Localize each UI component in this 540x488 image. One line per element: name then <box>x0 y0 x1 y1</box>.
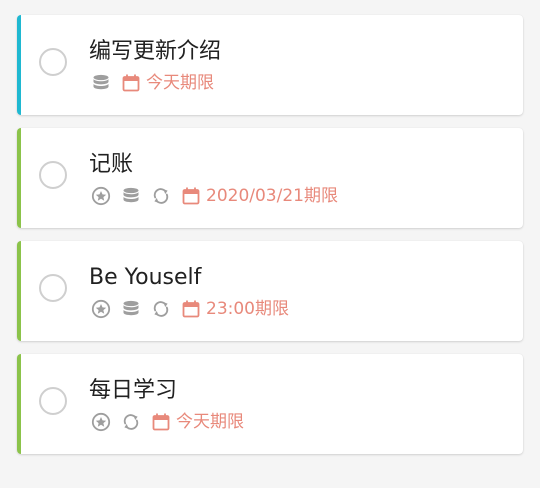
task-complete-checkbox[interactable] <box>39 48 67 76</box>
database-icon <box>91 73 111 93</box>
task-card[interactable]: 记账 2020/03/21期限 <box>17 128 523 228</box>
database-icon <box>121 299 141 319</box>
task-meta-row: 今天期限 <box>91 411 244 433</box>
task-accent-bar <box>17 241 21 341</box>
calendar-icon <box>181 186 201 206</box>
due-date-label: 23:00期限 <box>206 299 289 319</box>
task-title: 记账 <box>89 152 134 177</box>
task-accent-bar <box>17 128 21 228</box>
task-card[interactable]: 每日学习 今天期限 <box>17 354 523 454</box>
repeat-icon <box>121 412 141 432</box>
calendar-icon <box>121 73 141 93</box>
due-date-label: 2020/03/21期限 <box>206 186 338 206</box>
task-accent-bar <box>17 15 21 115</box>
repeat-icon <box>151 186 171 206</box>
repeat-icon <box>151 299 171 319</box>
star-circle-icon <box>91 299 111 319</box>
task-title: 编写更新介绍 <box>89 39 222 64</box>
task-complete-checkbox[interactable] <box>39 274 67 302</box>
calendar-icon <box>151 412 171 432</box>
task-title: Be Youself <box>89 265 202 290</box>
star-circle-icon <box>91 186 111 206</box>
task-meta-row: 2020/03/21期限 <box>91 185 338 207</box>
calendar-icon <box>181 299 201 319</box>
task-list: 编写更新介绍 今天期限 记账 2020/03/21期限 Be Youself 2… <box>17 15 523 467</box>
task-card[interactable]: 编写更新介绍 今天期限 <box>17 15 523 115</box>
task-title: 每日学习 <box>89 378 178 403</box>
task-meta-row: 今天期限 <box>91 72 214 94</box>
database-icon <box>121 186 141 206</box>
task-complete-checkbox[interactable] <box>39 161 67 189</box>
task-meta-row: 23:00期限 <box>91 298 289 320</box>
star-circle-icon <box>91 412 111 432</box>
task-accent-bar <box>17 354 21 454</box>
due-date-label: 今天期限 <box>146 73 214 93</box>
task-card[interactable]: Be Youself 23:00期限 <box>17 241 523 341</box>
task-complete-checkbox[interactable] <box>39 387 67 415</box>
due-date-label: 今天期限 <box>176 412 244 432</box>
